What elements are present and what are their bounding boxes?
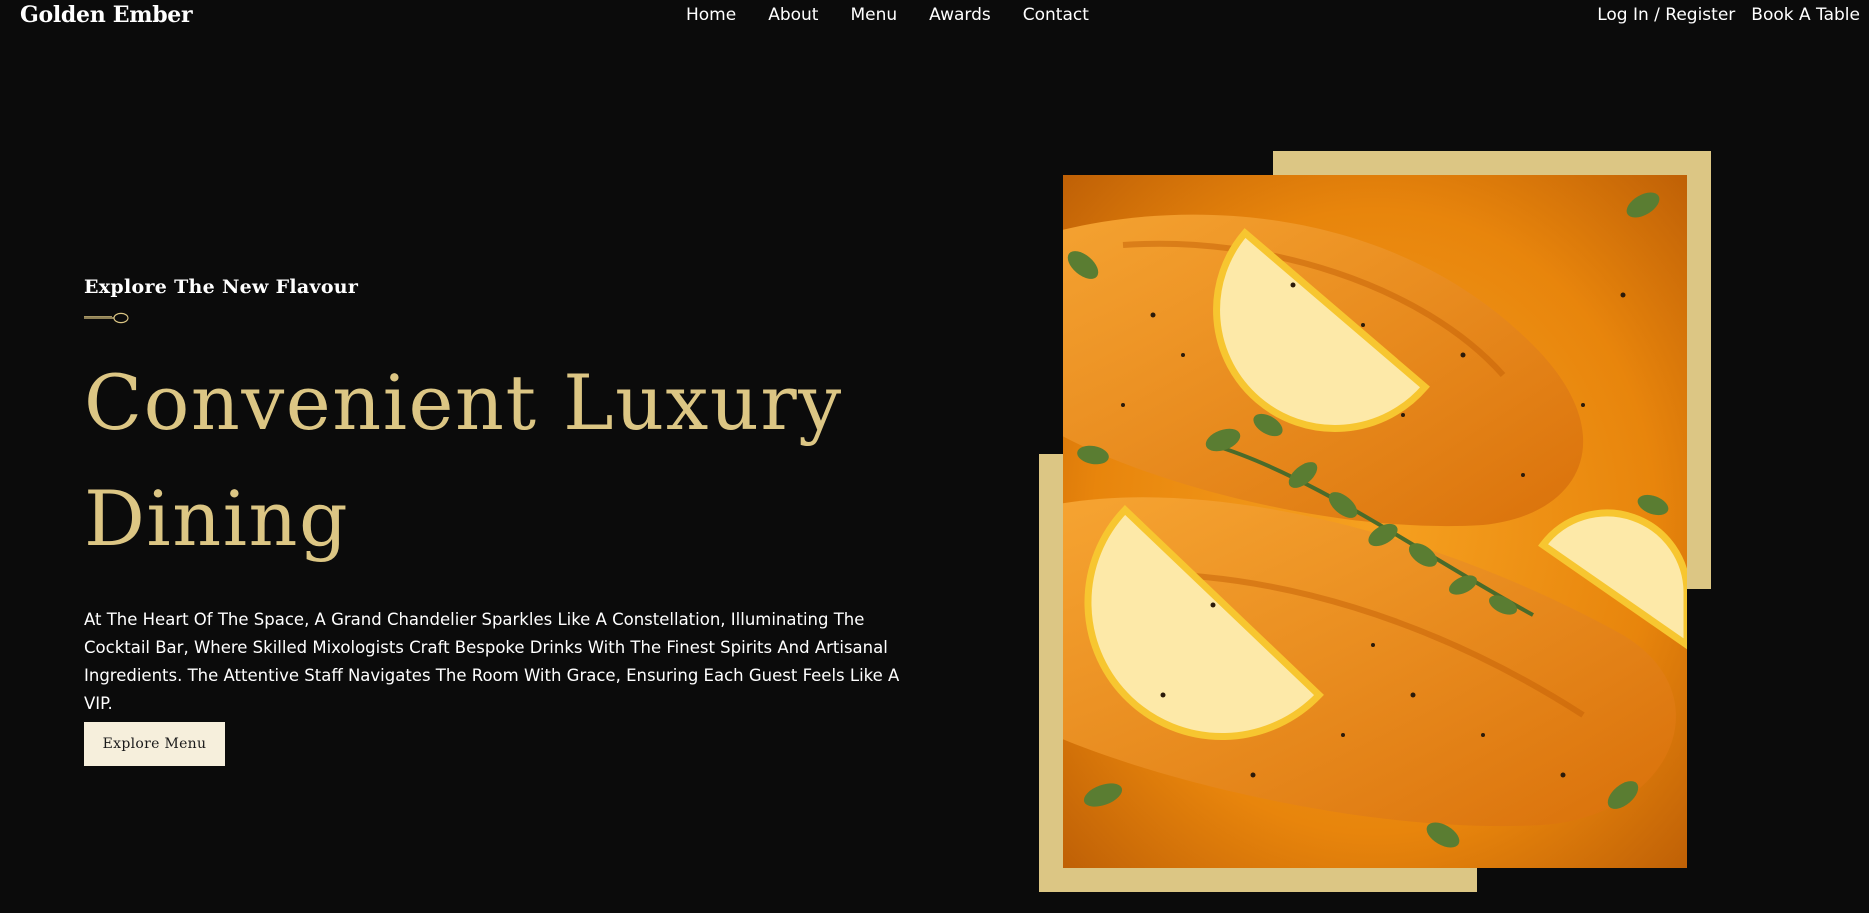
nav-link-about[interactable]: About	[768, 5, 818, 25]
nav-link-contact[interactable]: Contact	[1023, 5, 1089, 25]
hero-eyebrow: Explore The New Flavour	[84, 276, 359, 298]
login-register-link[interactable]: Log In / Register	[1597, 5, 1735, 25]
nav-link-menu[interactable]: Menu	[850, 5, 897, 25]
nav-link-home[interactable]: Home	[686, 5, 736, 25]
landing-page: Golden Ember Home About Menu Awards Cont…	[0, 0, 1869, 913]
top-navbar: Golden Ember Home About Menu Awards Cont…	[0, 0, 1869, 30]
hero-description: At The Heart Of The Space, A Grand Chand…	[84, 610, 900, 713]
hero-title-line-1: Convenient Luxury	[84, 358, 843, 447]
main-nav: Home About Menu Awards Contact	[686, 5, 1089, 25]
nav-actions: Log In / Register Book A Table	[1597, 5, 1860, 25]
spoon-icon	[84, 309, 130, 328]
brand-logo[interactable]: Golden Ember	[20, 2, 193, 28]
hero-title: Convenient Luxury Dining	[84, 345, 884, 577]
nav-link-awards[interactable]: Awards	[929, 5, 991, 25]
book-table-link[interactable]: Book A Table	[1751, 5, 1860, 25]
explore-menu-button[interactable]: Explore Menu	[84, 722, 225, 766]
hero-title-line-2: Dining	[84, 474, 350, 563]
dish-image	[1063, 175, 1687, 868]
